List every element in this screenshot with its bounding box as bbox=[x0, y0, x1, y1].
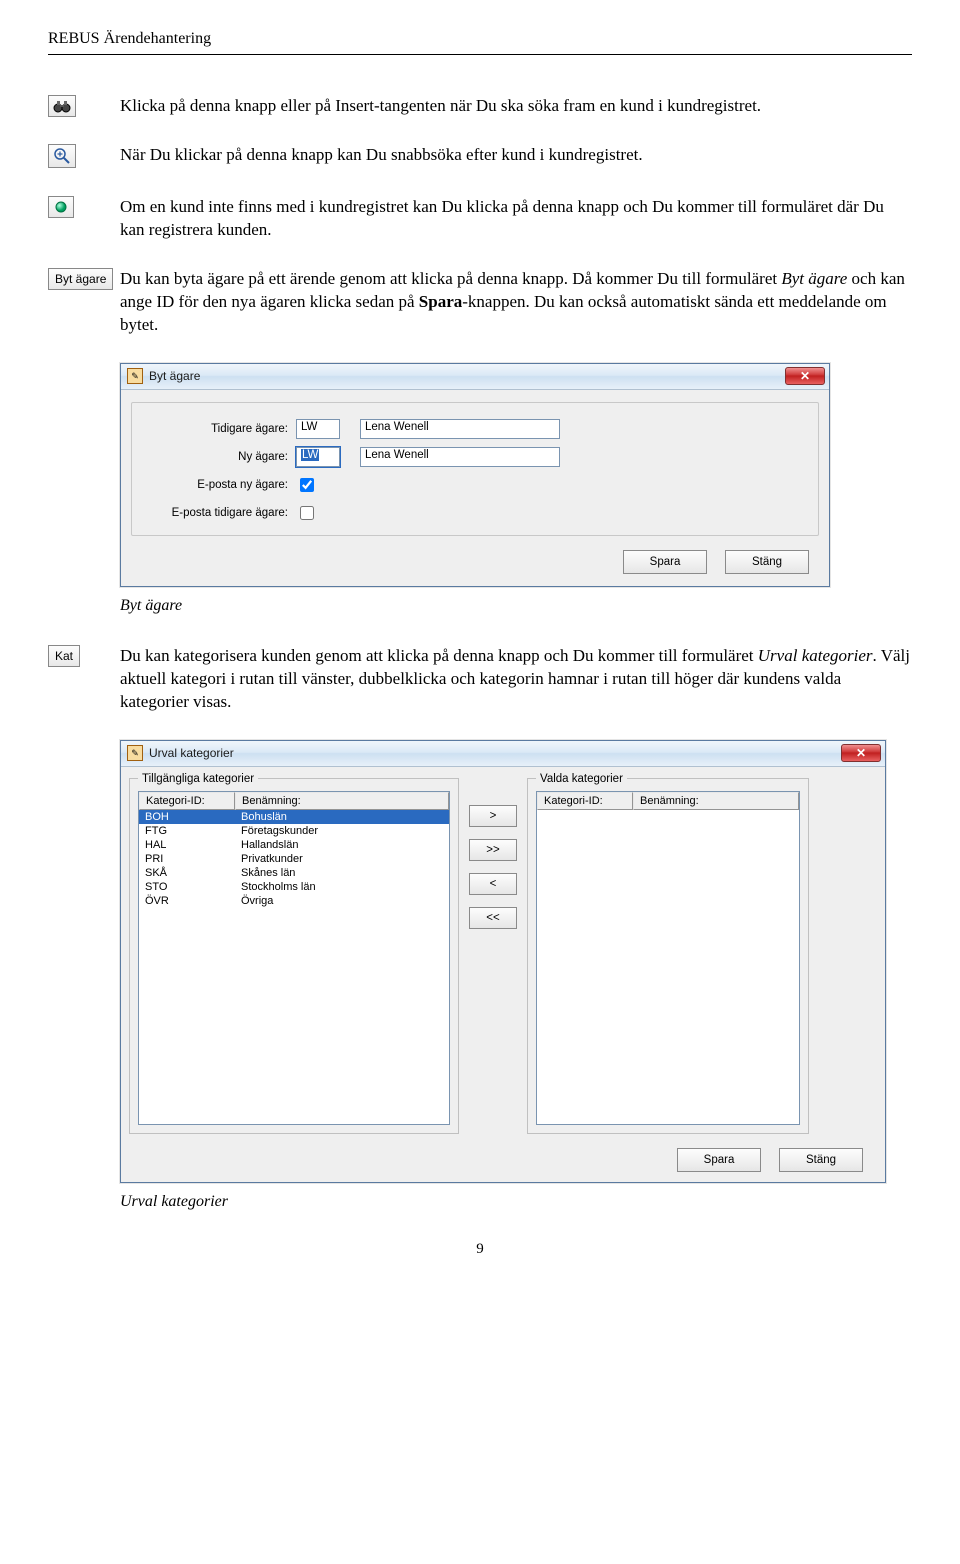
binoculars-icon bbox=[53, 99, 71, 113]
list-item[interactable]: BOHBohuslän bbox=[139, 810, 449, 824]
move-left-button[interactable]: < bbox=[469, 873, 517, 895]
urval-title: Urval kategorier bbox=[149, 746, 841, 760]
list-item-name: Övriga bbox=[235, 894, 449, 908]
spara-button[interactable]: Spara bbox=[677, 1148, 761, 1172]
figure-byt-agare-caption: Byt ägare bbox=[120, 597, 912, 615]
figure-urval: ✎ Urval kategorier ✕ Tillgängliga katego… bbox=[120, 740, 912, 1183]
close-button[interactable]: ✕ bbox=[841, 744, 881, 762]
list-item-name: Stockholms län bbox=[235, 880, 449, 894]
move-all-right-button[interactable]: >> bbox=[469, 839, 517, 861]
window-icon: ✎ bbox=[127, 745, 143, 761]
list-item-id: HAL bbox=[139, 838, 235, 852]
ny-agare-id-field[interactable]: LW bbox=[296, 447, 340, 467]
tidigare-agare-name-field[interactable]: Lena Wenell bbox=[360, 419, 560, 439]
col-benamning[interactable]: Benämning: bbox=[633, 792, 799, 810]
list-item-id: BOH bbox=[139, 810, 235, 824]
move-all-left-button[interactable]: << bbox=[469, 907, 517, 929]
stang-button[interactable]: Stäng bbox=[779, 1148, 863, 1172]
list-item-name: Bohuslän bbox=[235, 810, 449, 824]
magnifier-button[interactable] bbox=[48, 144, 76, 168]
green-dot-icon bbox=[53, 199, 69, 215]
epost-tidigare-checkbox[interactable] bbox=[300, 506, 314, 520]
paragraph-5: Du kan kategorisera kunden genom att kli… bbox=[120, 645, 912, 714]
ny-agare-name-field[interactable]: Lena Wenell bbox=[360, 447, 560, 467]
paragraph-1: Klicka på denna knapp eller på Insert-ta… bbox=[120, 95, 912, 118]
list-item[interactable]: FTGFöretagskunder bbox=[139, 824, 449, 838]
byt-agare-fieldset: Tidigare ägare: LW Lena Wenell Ny ägare:… bbox=[131, 402, 819, 536]
move-right-button[interactable]: > bbox=[469, 805, 517, 827]
close-icon: ✕ bbox=[800, 369, 810, 383]
list-item[interactable]: SKÅSkånes län bbox=[139, 866, 449, 880]
kat-button[interactable]: Kat bbox=[48, 645, 80, 667]
section-search: Klicka på denna knapp eller på Insert-ta… bbox=[48, 95, 912, 118]
tillgangliga-legend: Tillgängliga kategorier bbox=[138, 773, 258, 785]
valda-listbox[interactable]: Kategori-ID: Benämning: bbox=[536, 791, 800, 1125]
col-kategori-id[interactable]: Kategori-ID: bbox=[139, 792, 235, 810]
text: Du kan kategorisera kunden genom att kli… bbox=[120, 646, 758, 665]
ny-agare-label: Ny ägare: bbox=[146, 451, 296, 463]
header-rule bbox=[48, 54, 912, 55]
col-kategori-id[interactable]: Kategori-ID: bbox=[537, 792, 633, 810]
page-number: 9 bbox=[48, 1241, 912, 1258]
col-benamning[interactable]: Benämning: bbox=[235, 792, 449, 810]
figure-urval-caption: Urval kategorier bbox=[120, 1193, 912, 1211]
text-italic: Urval kategorier bbox=[758, 646, 873, 665]
valda-group: Valda kategorier Kategori-ID: Benämning: bbox=[527, 773, 809, 1134]
list-item-name: Privatkunder bbox=[235, 852, 449, 866]
epost-tidigare-label: E-posta tidigare ägare: bbox=[146, 507, 296, 519]
new-customer-button[interactable] bbox=[48, 196, 74, 218]
tillgangliga-listbox[interactable]: Kategori-ID: Benämning: BOHBohuslänFTGFö… bbox=[138, 791, 450, 1125]
figure-byt-agare: ✎ Byt ägare ✕ Tidigare ägare: LW Lena We… bbox=[120, 363, 912, 587]
tidigare-agare-id-field[interactable]: LW bbox=[296, 419, 340, 439]
list-item-name: Företagskunder bbox=[235, 824, 449, 838]
text-italic: Byt ägare bbox=[781, 269, 847, 288]
list-item[interactable]: HALHallandslän bbox=[139, 838, 449, 852]
spara-button[interactable]: Spara bbox=[623, 550, 707, 574]
stang-button[interactable]: Stäng bbox=[725, 550, 809, 574]
urval-titlebar: ✎ Urval kategorier ✕ bbox=[121, 741, 885, 767]
epost-ny-checkbox[interactable] bbox=[300, 478, 314, 492]
transfer-buttons: > >> < << bbox=[469, 805, 517, 929]
list-item[interactable]: PRIPrivatkunder bbox=[139, 852, 449, 866]
section-kat: Kat Du kan kategorisera kunden genom att… bbox=[48, 645, 912, 714]
section-byt-agare: Byt ägare Du kan byta ägare på ett ärend… bbox=[48, 268, 912, 337]
window-icon: ✎ bbox=[127, 368, 143, 384]
list-item-name: Skånes län bbox=[235, 866, 449, 880]
text: Du kan byta ägare på ett ärende genom at… bbox=[120, 269, 781, 288]
section-quicksearch: När Du klickar på denna knapp kan Du sna… bbox=[48, 144, 912, 170]
text-bold: Spara bbox=[419, 292, 462, 311]
magnifier-plus-icon bbox=[53, 147, 71, 165]
tillgangliga-group: Tillgängliga kategorier Kategori-ID: Ben… bbox=[129, 773, 459, 1134]
paragraph-4: Du kan byta ägare på ett ärende genom at… bbox=[120, 268, 912, 337]
section-new-customer: Om en kund inte finns med i kundregistre… bbox=[48, 196, 912, 242]
valda-legend: Valda kategorier bbox=[536, 773, 627, 785]
byt-agare-title: Byt ägare bbox=[149, 369, 785, 383]
close-icon: ✕ bbox=[856, 746, 866, 760]
list-item-id: PRI bbox=[139, 852, 235, 866]
list-item-id: FTG bbox=[139, 824, 235, 838]
list-item-name: Hallandslän bbox=[235, 838, 449, 852]
list-item[interactable]: ÖVRÖvriga bbox=[139, 894, 449, 908]
byt-agare-button[interactable]: Byt ägare bbox=[48, 268, 113, 290]
list-item[interactable]: STOStockholms län bbox=[139, 880, 449, 894]
epost-ny-label: E-posta ny ägare: bbox=[146, 479, 296, 491]
byt-agare-titlebar: ✎ Byt ägare ✕ bbox=[121, 364, 829, 390]
list-item-id: ÖVR bbox=[139, 894, 235, 908]
tidigare-agare-label: Tidigare ägare: bbox=[146, 423, 296, 435]
document-header: REBUS Ärendehantering bbox=[48, 30, 912, 48]
binoculars-button[interactable] bbox=[48, 95, 76, 117]
paragraph-2: När Du klickar på denna knapp kan Du sna… bbox=[120, 144, 912, 170]
list-item-id: STO bbox=[139, 880, 235, 894]
paragraph-3: Om en kund inte finns med i kundregistre… bbox=[120, 196, 912, 242]
list-item-id: SKÅ bbox=[139, 866, 235, 880]
close-button[interactable]: ✕ bbox=[785, 367, 825, 385]
